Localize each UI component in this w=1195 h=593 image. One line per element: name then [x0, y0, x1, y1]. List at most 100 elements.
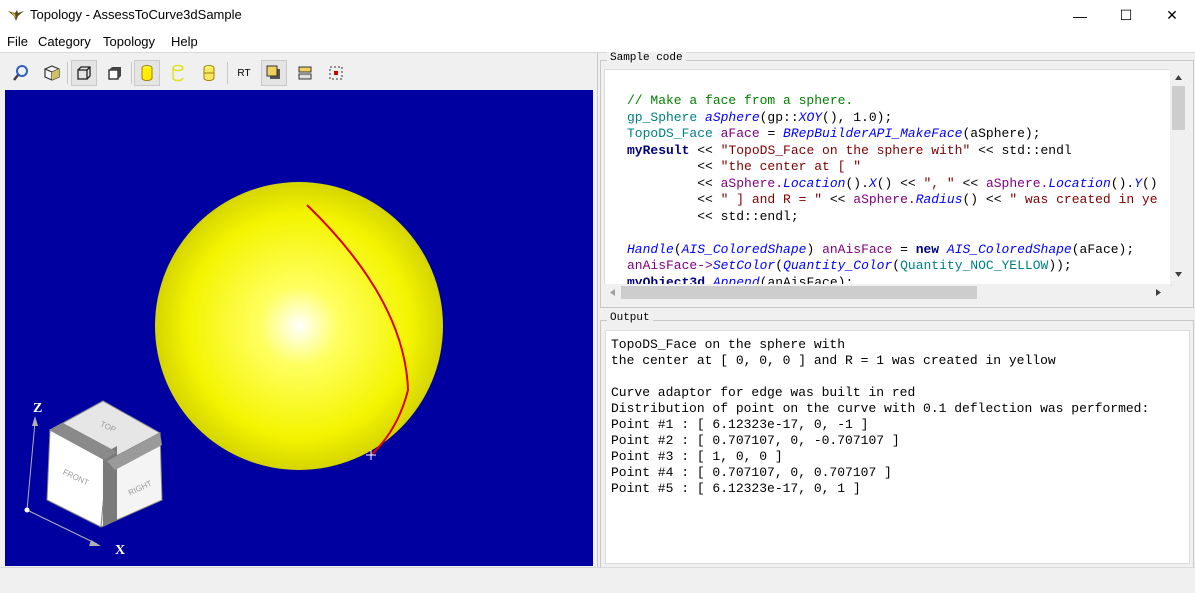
output-line: Point #2 : [ 0.707107, 0, -0.707107 ]	[611, 433, 900, 448]
code-token: <<	[689, 142, 721, 158]
view-cube[interactable]: TOP FRONT RIGHT	[46, 400, 163, 528]
scroll-right-arrow-icon[interactable]	[1156, 289, 1161, 296]
sample-code-title: Sample code	[607, 52, 686, 64]
minimize-button[interactable]: —	[1057, 0, 1103, 31]
code-token: Location	[783, 175, 846, 191]
code-line: anAisFace->SetColor(Quantity_Color(Quant…	[627, 258, 1072, 273]
code-token: Location	[1048, 175, 1111, 191]
close-icon: ✕	[1166, 7, 1178, 23]
wireframe-icon	[77, 66, 91, 80]
code-token: ()	[1142, 175, 1158, 191]
axonometric-button[interactable]	[39, 60, 65, 86]
scroll-thumb[interactable]	[621, 286, 977, 299]
output-line: Point #5 : [ 6.12323e-17, 0, 1 ]	[611, 481, 861, 496]
code-token: (), 1.0);	[822, 109, 893, 125]
code-token: =	[892, 241, 916, 257]
code-line: myResult << "TopoDS_Face on the sphere w…	[627, 143, 1072, 158]
code-token: Quantity_Color	[783, 258, 893, 273]
shading-button[interactable]	[102, 60, 128, 86]
code-token: X	[868, 175, 877, 191]
code-token: () <<	[876, 175, 924, 191]
sample-code-editor[interactable]: // Make a face from a sphere. gp_Sphere a…	[604, 69, 1172, 286]
raytrace-button[interactable]: RT	[231, 60, 257, 86]
code-token: )	[806, 241, 823, 257]
cylinder-hlr-button[interactable]	[165, 60, 191, 86]
maximize-button[interactable]: ☐	[1103, 0, 1149, 31]
close-button[interactable]: ✕	[1149, 0, 1195, 31]
title-bar: Topology - AssessToCurve3dSample — ☐ ✕	[0, 0, 1195, 31]
output-title: Output	[607, 312, 653, 324]
code-token: AIS_ColoredShape	[946, 241, 1072, 257]
code-token: BRepBuilderAPI_MakeFace	[783, 126, 963, 141]
reflections-button[interactable]	[292, 60, 318, 86]
code-line: Handle(AIS_ColoredShape) anAisFace = new…	[627, 242, 1134, 257]
code-token: " ] and R = "	[720, 192, 823, 207]
code-line: << aSphere.Location().X() << ", " << aSp…	[627, 175, 1158, 191]
code-line: gp_Sphere aSphere(gp::XOY(), 1.0);	[627, 110, 892, 125]
code-line: << "the center at [ "	[627, 159, 861, 174]
code-token: XOY	[798, 109, 823, 125]
output-line: Point #3 : [ 1, 0, 0 ]	[611, 449, 783, 464]
code-token: gp_Sphere	[627, 109, 706, 125]
scroll-thumb[interactable]	[1172, 86, 1185, 130]
output-line: Point #4 : [ 0.707107, 0, 0.707107 ]	[611, 465, 892, 480]
sphere-face[interactable]	[155, 182, 443, 470]
code-token: "the center at [ "	[720, 159, 862, 174]
code-token: <<	[627, 175, 721, 191]
code-token: ", "	[923, 175, 955, 191]
code-token: myResult	[627, 142, 690, 158]
code-token: <<	[627, 192, 721, 207]
code-token: ));	[1048, 258, 1072, 273]
z-axis-label: Z	[33, 401, 42, 416]
cylinder-shaded-icon	[141, 65, 153, 81]
output-line: Curve adaptor for edge was built in red	[611, 385, 916, 400]
code-token: anAisFace->	[627, 258, 713, 273]
menu-category[interactable]: Category	[38, 34, 91, 49]
menu-help[interactable]: Help	[171, 34, 198, 49]
shading-icon	[108, 67, 121, 80]
code-vertical-scrollbar[interactable]	[1170, 69, 1187, 284]
code-token: =	[759, 126, 784, 141]
window-title: Topology - AssessToCurve3dSample	[30, 7, 242, 22]
shadows-button[interactable]	[261, 60, 287, 86]
cylinder-shaded-button[interactable]	[134, 60, 160, 86]
toolbar-separator	[131, 62, 132, 84]
antialiasing-icon	[329, 66, 343, 80]
code-token: <<	[627, 159, 721, 174]
cylinder-hlr-icon	[172, 64, 184, 82]
raytrace-icon: RT	[237, 67, 251, 79]
maximize-icon: ☐	[1119, 7, 1133, 23]
code-token: Y	[1134, 175, 1142, 191]
scroll-up-arrow-icon[interactable]	[1175, 75, 1182, 80]
code-token: << std::endl	[970, 142, 1072, 158]
minimize-icon: —	[1073, 7, 1087, 24]
cylinder-wire-button[interactable]	[196, 60, 222, 86]
code-token: (gp::	[759, 109, 799, 125]
status-bar	[0, 567, 1195, 593]
code-token: TopoDS_Face	[627, 126, 721, 141]
code-token: (	[892, 258, 901, 273]
3d-viewer[interactable]: TOP FRONT RIGHT Z X	[5, 90, 593, 566]
antialiasing-button[interactable]	[323, 60, 349, 86]
x-axis-label: X	[115, 543, 125, 558]
scroll-down-arrow-icon[interactable]	[1175, 272, 1182, 277]
fit-all-button[interactable]	[8, 60, 34, 86]
shadows-icon	[266, 65, 280, 79]
code-line: TopoDS_Face aFace = BRepBuilderAPI_MakeF…	[627, 126, 1041, 141]
code-horizontal-scrollbar[interactable]	[604, 284, 1170, 301]
view-toolbar: RT	[4, 58, 594, 88]
menu-file[interactable]: File	[7, 34, 28, 49]
code-token: aSphere.	[985, 175, 1049, 191]
code-token: (aFace);	[1071, 241, 1135, 257]
code-token: aFace	[720, 126, 760, 141]
menu-topology[interactable]: Topology	[103, 34, 155, 49]
code-token: " was created in ye	[1009, 192, 1158, 207]
output-textbox[interactable]: TopoDS_Face on the sphere with the center…	[605, 330, 1190, 564]
reflections-icon	[298, 66, 312, 80]
code-token: anAisFace	[822, 241, 893, 257]
wireframe-button[interactable]	[71, 60, 97, 86]
scroll-left-arrow-icon[interactable]	[610, 289, 615, 296]
code-line: << " ] and R = " << aSphere.Radius() << …	[627, 192, 1158, 207]
code-token: ().	[845, 175, 869, 191]
viewer-canvas: TOP FRONT RIGHT Z X	[24, 182, 443, 558]
